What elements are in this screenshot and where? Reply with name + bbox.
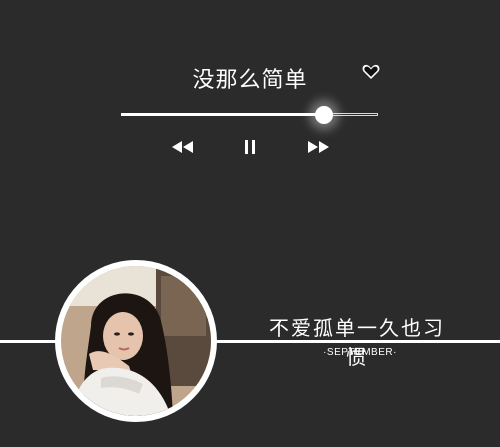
avatar-frame	[55, 260, 217, 422]
next-button[interactable]	[306, 139, 330, 155]
lyric-text: 不爱孤单一久也习惯	[269, 316, 445, 369]
previous-button[interactable]	[171, 139, 195, 155]
fast-forward-icon	[308, 141, 329, 153]
song-title: 没那么简单	[192, 68, 308, 93]
month-label: ·SEPTEMBER·	[323, 347, 397, 358]
heart-icon[interactable]	[362, 64, 380, 80]
music-player: 没那么简单	[0, 0, 500, 200]
avatar-photo	[61, 266, 211, 416]
pause-button[interactable]	[242, 139, 258, 155]
progress-knob[interactable]	[315, 106, 334, 124]
progress-fill	[121, 113, 325, 116]
rewind-icon	[172, 141, 193, 153]
avatar	[61, 266, 211, 416]
progress-bar[interactable]	[121, 106, 378, 124]
pause-icon	[245, 140, 255, 154]
